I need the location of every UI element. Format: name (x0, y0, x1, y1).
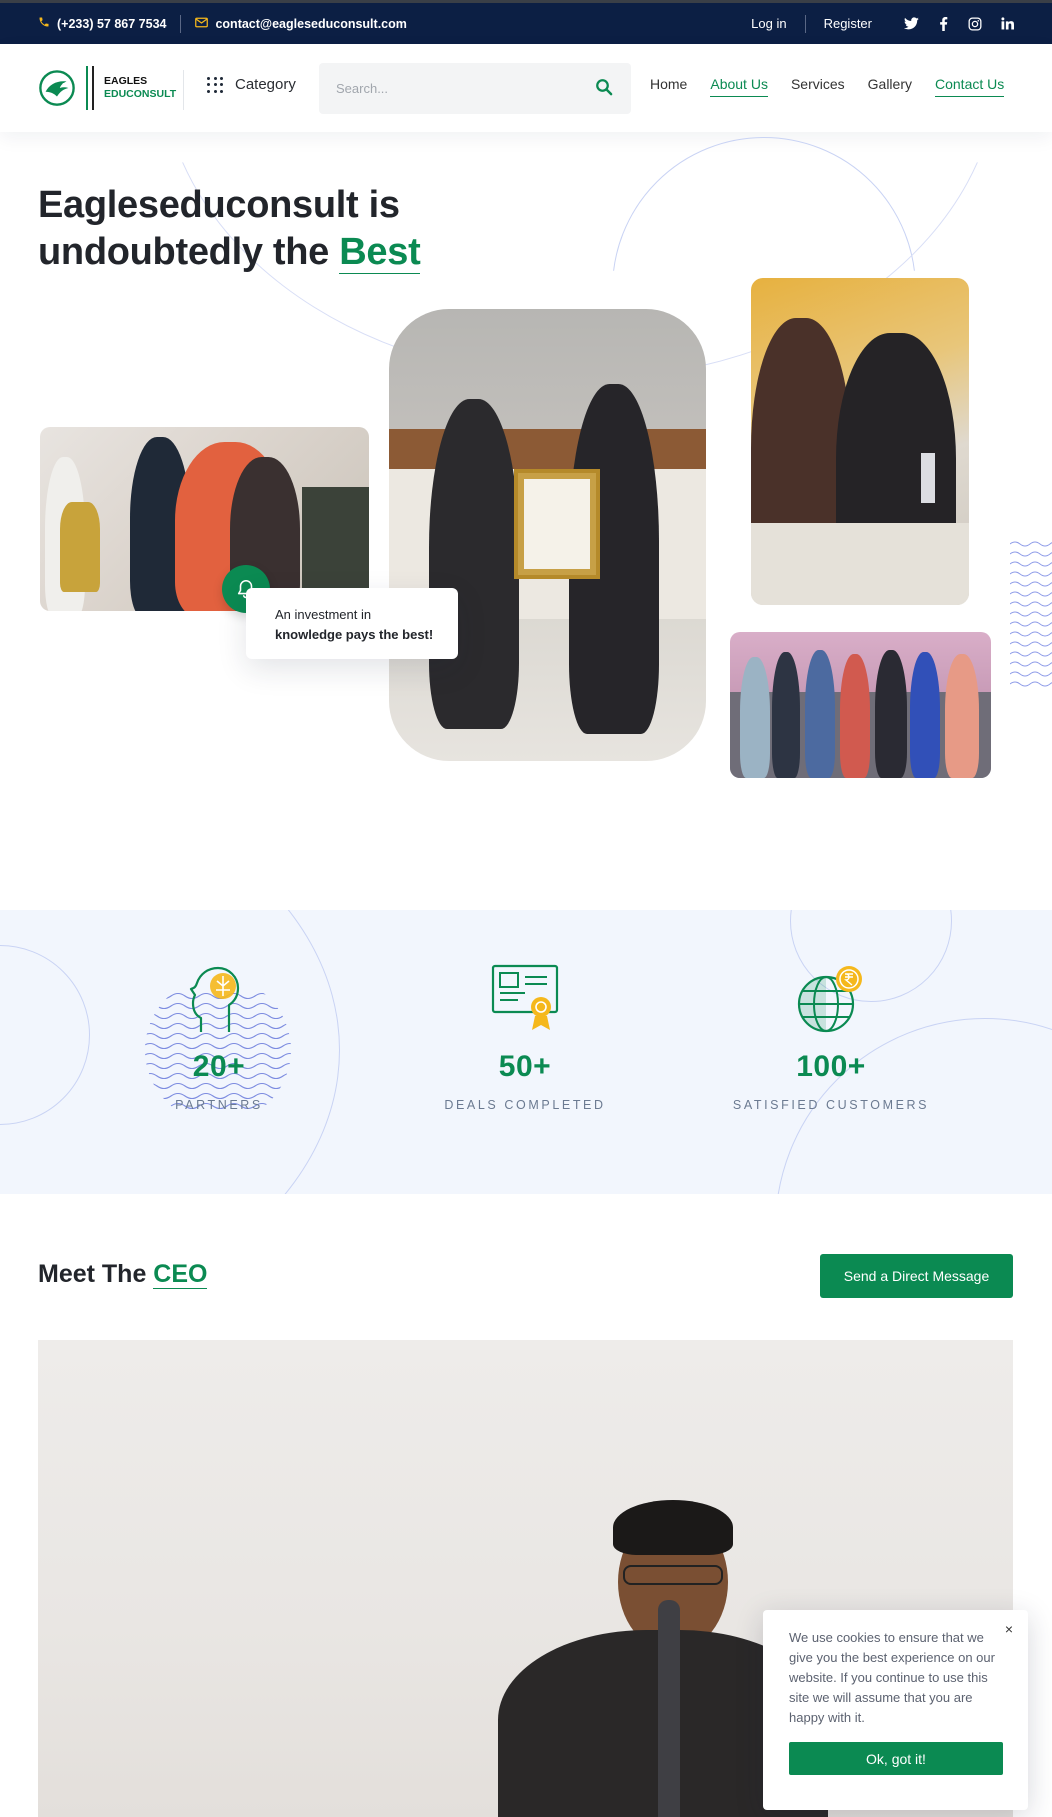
hero-title-line1: Eagleseduconsult is (38, 184, 400, 226)
nav-gallery[interactable]: Gallery (868, 76, 912, 97)
logo-wordmark: EAGLES EDUCONSULT (104, 75, 176, 101)
twitter-icon[interactable] (902, 15, 920, 33)
ceo-heading: Meet The CEO (38, 1260, 208, 1289)
search-input[interactable] (319, 81, 579, 96)
nav-home[interactable]: Home (650, 76, 687, 97)
cookie-message: We use cookies to ensure that we give yo… (789, 1630, 995, 1725)
stat-number: 100+ (796, 1050, 866, 1083)
ceo-heading-accent: CEO (153, 1260, 208, 1289)
nav-about-us[interactable]: About Us (710, 76, 768, 97)
phone-icon (38, 16, 50, 31)
certificate-presentation-photo (389, 309, 706, 761)
facebook-icon[interactable] (934, 15, 952, 33)
grid-menu-icon (207, 76, 223, 93)
stat-label: SATISFIED CUSTOMERS (732, 1098, 930, 1112)
send-direct-message-button[interactable]: Send a Direct Message (820, 1254, 1013, 1298)
stat-number: 20+ (192, 1050, 246, 1083)
globe-coin-icon (797, 966, 862, 1033)
stat-partners: 20+ PARTNERS (99, 962, 339, 1112)
search-icon[interactable] (595, 78, 615, 98)
register-link[interactable]: Register (824, 16, 872, 31)
stat-label: DEALS COMPLETED (444, 1098, 606, 1112)
eagle-logo-icon (39, 70, 75, 106)
head-circuit-icon (189, 966, 240, 1032)
email-contact[interactable]: contact@eagleseduconsult.com (195, 16, 407, 31)
site-logo[interactable]: EAGLES EDUCONSULT (38, 66, 176, 110)
top-bar: (+233) 57 867 7534 contact@eagleseducons… (0, 0, 1052, 44)
stats-section: 20+ PARTNERS 50+ DEALS COMPLETED 100+ SA… (0, 910, 1052, 1194)
stat-label: PARTNERS (175, 1098, 263, 1112)
instagram-icon[interactable] (966, 15, 984, 33)
search-bar (319, 63, 631, 114)
account-divider (804, 14, 806, 33)
logo-line-1: EAGLES (104, 75, 148, 87)
hero-title-line2: undoubtedly the (38, 231, 340, 273)
cookie-consent-banner: × We use cookies to ensure that we give … (763, 1610, 1028, 1810)
nav-services[interactable]: Services (791, 76, 845, 97)
decorative-circle (0, 945, 90, 1125)
phone-number: (+233) 57 867 7534 (57, 16, 167, 31)
accept-cookies-button[interactable]: Ok, got it! (789, 1742, 1003, 1775)
linkedin-icon[interactable] (998, 15, 1016, 33)
stat-customers: 100+ SATISFIED CUSTOMERS (711, 962, 951, 1112)
seminar-photo (751, 278, 969, 605)
login-link[interactable]: Log in (751, 16, 786, 31)
social-links (902, 15, 1016, 33)
certificate-icon (491, 964, 559, 1030)
hero-title-accent: Best (339, 231, 421, 274)
nav-contact-us[interactable]: Contact Us (935, 76, 1005, 97)
quote-line-2: knowledge pays the best! (275, 627, 434, 642)
contact-divider (180, 14, 182, 33)
hero-title: Eagleseduconsult is undoubtedly the Best (38, 182, 421, 276)
investment-quote-card: An investment in knowledge pays the best… (246, 588, 458, 659)
phone-contact[interactable]: (+233) 57 867 7534 (38, 16, 166, 31)
main-nav: Home About Us Services Gallery Contact U… (650, 76, 1005, 97)
logo-divider (86, 66, 94, 110)
group-photo (730, 632, 991, 778)
email-address: contact@eagleseduconsult.com (215, 16, 407, 31)
mail-icon (195, 17, 209, 31)
ceo-heading-text: Meet The (38, 1260, 154, 1288)
category-label: Category (235, 76, 296, 93)
stat-number: 50+ (498, 1050, 552, 1083)
quote-line-1: An investment in (275, 607, 372, 622)
award-ceremony-photo (40, 427, 369, 611)
main-header: EAGLES EDUCONSULT Category Home About Us… (0, 44, 1052, 132)
account-links: Log in Register (751, 3, 1016, 44)
header-divider (183, 70, 184, 110)
logo-line-2: EDUCONSULT (104, 88, 177, 100)
category-menu[interactable]: Category (207, 76, 296, 93)
contact-info: (+233) 57 867 7534 contact@eagleseducons… (38, 3, 407, 44)
stat-deals: 50+ DEALS COMPLETED (405, 962, 645, 1112)
decorative-waves (1010, 541, 1052, 687)
